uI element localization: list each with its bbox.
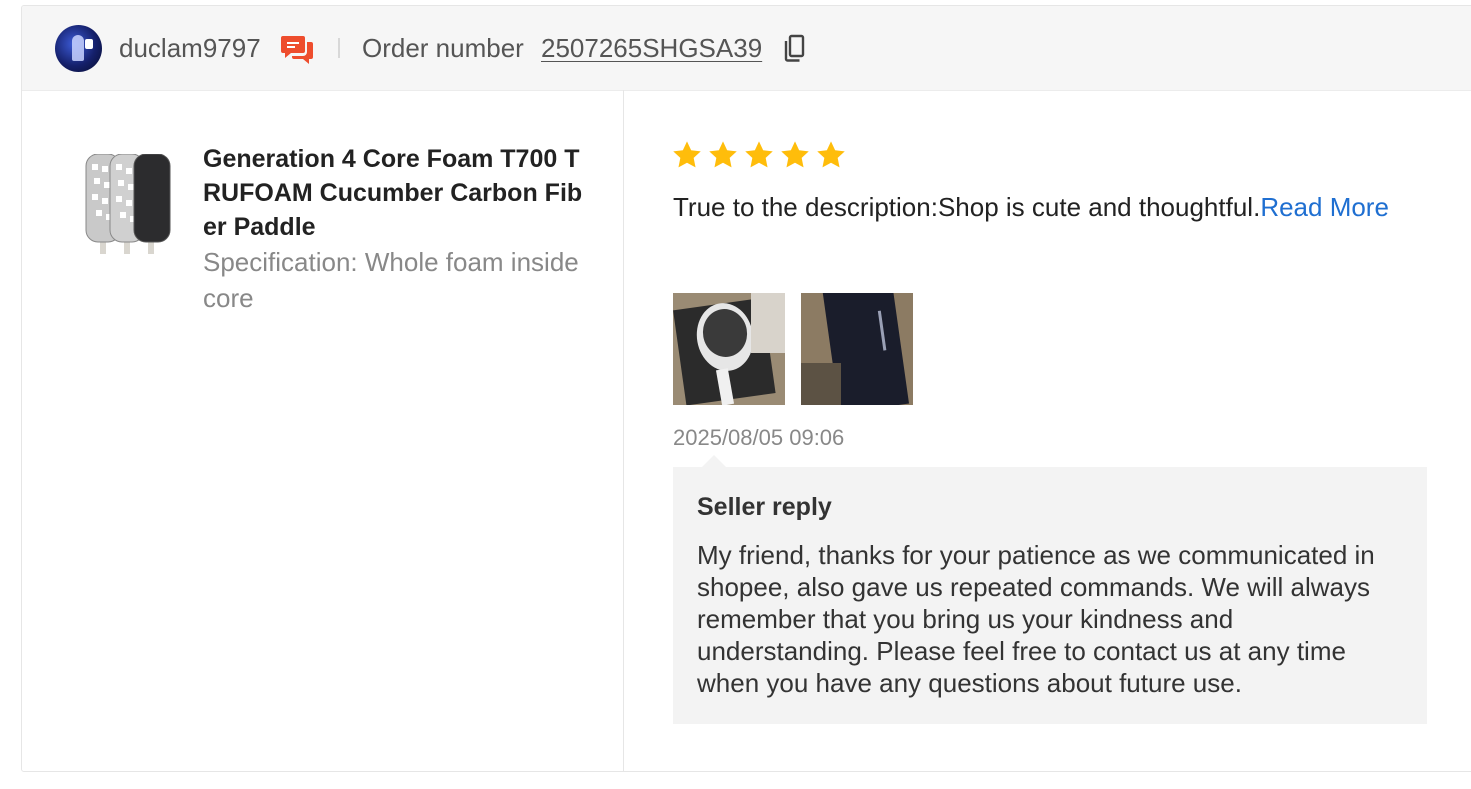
review-text: True to the description:Shop is cute and… [673, 192, 1261, 222]
review-photo-2[interactable] [801, 293, 913, 405]
star-icon [817, 141, 845, 168]
seller-reply-box: Seller reply My friend, thanks for your … [673, 467, 1427, 724]
avatar-detail [85, 39, 93, 49]
order-number-label: Order number [362, 33, 524, 63]
star-icon [673, 141, 701, 168]
reply-caret [702, 455, 726, 467]
seller-reply-text: My friend, thanks for your patience as w… [697, 540, 1375, 698]
avatar[interactable] [55, 25, 102, 72]
review-timestamp: 2025/08/05 09:06 [673, 425, 845, 450]
header-divider [338, 38, 340, 58]
review-text-block: True to the description:Shop is cute and… [673, 187, 1428, 227]
star-rating [671, 139, 847, 173]
product-title[interactable]: Generation 4 Core Foam T700 TRUFOAM Cucu… [203, 142, 583, 244]
product-thumbnail[interactable] [82, 153, 178, 254]
review-card: duclam9797 Order number 2507265SHGSA39 G… [21, 5, 1471, 772]
read-more-link[interactable]: Read More [1260, 192, 1389, 222]
star-icon [745, 141, 773, 168]
copy-icon[interactable] [782, 33, 808, 65]
seller-reply-title: Seller reply [697, 493, 832, 521]
star-icon [709, 141, 737, 168]
star-icon [781, 141, 809, 168]
column-divider [623, 90, 624, 771]
username[interactable]: duclam9797 [119, 33, 261, 63]
review-card-header: duclam9797 Order number 2507265SHGSA39 [22, 6, 1471, 91]
order-number-link[interactable]: 2507265SHGSA39 [541, 33, 762, 63]
review-photo-1[interactable] [673, 293, 785, 405]
avatar-figure [72, 35, 84, 61]
chat-bubbles-icon[interactable] [280, 33, 316, 65]
product-specification: Specification: Whole foam inside core [203, 247, 579, 313]
